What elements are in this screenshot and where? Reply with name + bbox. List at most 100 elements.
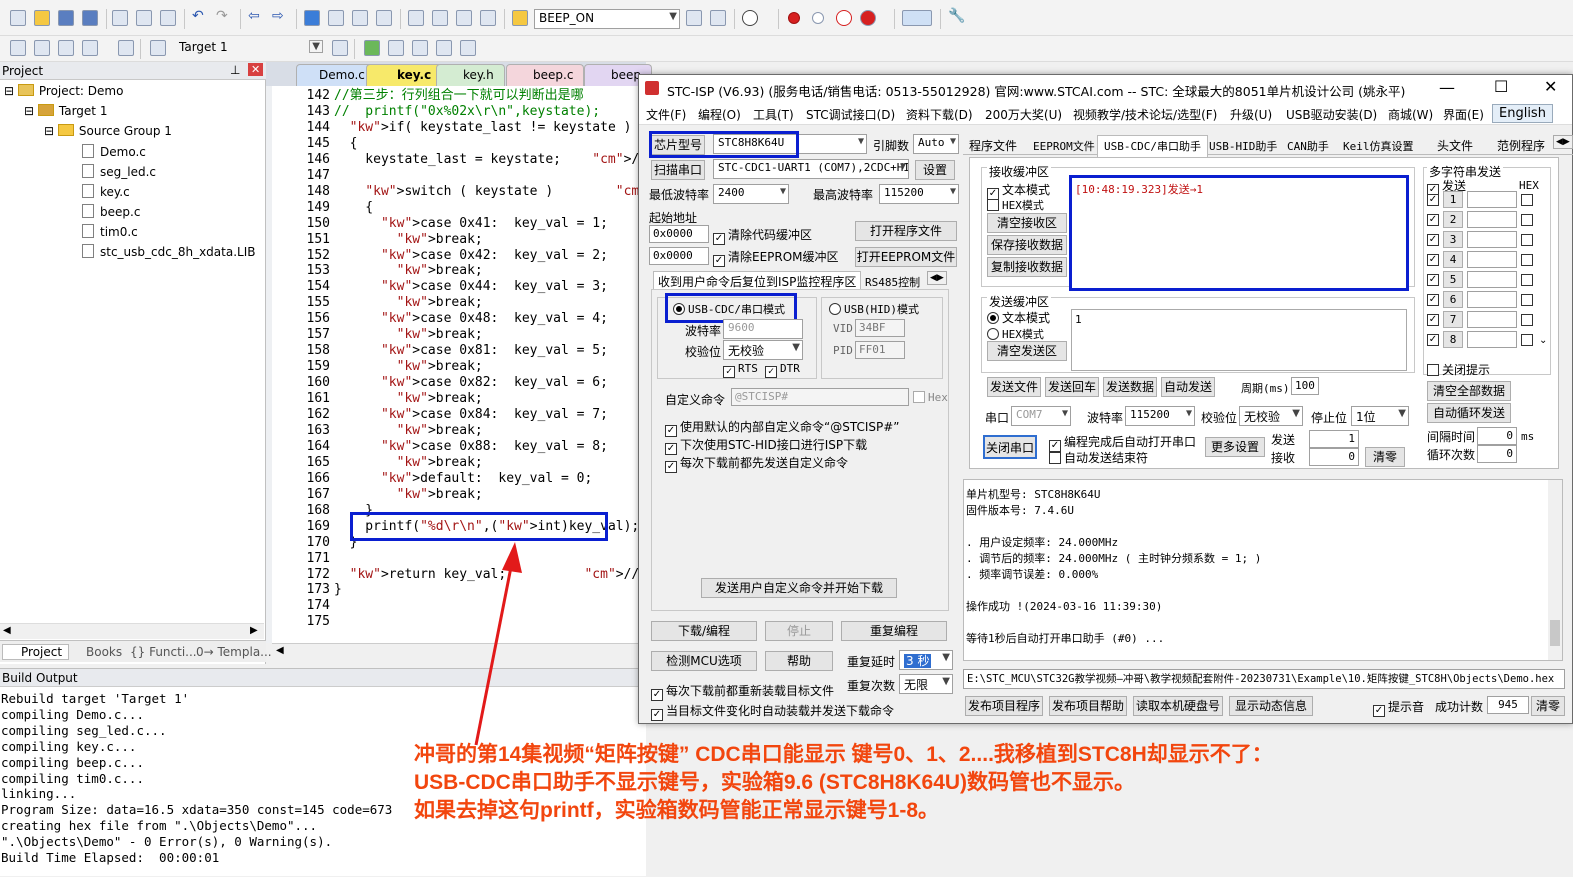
build-icon[interactable]: [34, 40, 50, 56]
menu-tools[interactable]: 工具(T): [753, 106, 794, 123]
tree-target[interactable]: ⊟ Target 1: [24, 104, 107, 118]
open-folder-icon[interactable]: [34, 10, 50, 26]
tab-eeprom-file[interactable]: EEPROM文件: [1033, 138, 1095, 154]
pins-select[interactable]: Auto ▼: [913, 134, 959, 154]
pack-installer-icon[interactable]: [412, 40, 428, 56]
period-input[interactable]: 100: [1291, 377, 1319, 395]
min-baud-select[interactable]: 2400 ▼: [713, 184, 789, 204]
breakpoint-icon[interactable]: [788, 12, 800, 24]
hex-check-icon[interactable]: [1521, 234, 1533, 246]
publish-program-button[interactable]: 发布项目程序: [965, 696, 1043, 716]
check-icon[interactable]: ✓: [1427, 314, 1439, 326]
target-select[interactable]: Target 1 ▼: [175, 39, 325, 59]
new-file-icon[interactable]: [10, 10, 26, 26]
hex-check-icon[interactable]: [1521, 314, 1533, 326]
parity-select-right[interactable]: 无校验 ▼: [1239, 406, 1303, 426]
eeprom-address-input[interactable]: 0x0000: [649, 247, 709, 265]
indent-icon[interactable]: [408, 10, 424, 26]
close-port-button[interactable]: 关闭串口: [983, 435, 1037, 459]
multi-send-button[interactable]: 4: [1443, 251, 1463, 268]
multi-send-button[interactable]: 6: [1443, 291, 1463, 308]
publish-help-button[interactable]: 发布项目帮助: [1049, 696, 1127, 716]
clear-all-button[interactable]: 清空全部数据: [1427, 381, 1511, 401]
download-icon[interactable]: [150, 40, 166, 56]
tree-file-seg-led[interactable]: seg_led.c: [82, 164, 156, 179]
scroll-right-icon[interactable]: ▶: [250, 625, 258, 636]
recv-hex-mode-radio[interactable]: HEX模式: [987, 197, 1044, 213]
show-dynamic-button[interactable]: 显示动态信息: [1229, 696, 1313, 716]
paste-icon[interactable]: [160, 10, 176, 26]
clear-count-button[interactable]: 清零: [1365, 447, 1405, 467]
stop-bits-select[interactable]: 1位 ▼: [1351, 406, 1409, 426]
menu-usb-driver[interactable]: USB驱动安装(D): [1286, 106, 1377, 123]
send-enter-button[interactable]: 发送回车: [1045, 377, 1099, 397]
bookmark-next-icon[interactable]: [352, 10, 368, 26]
more-settings-button[interactable]: 更多设置: [1205, 437, 1265, 457]
multi-send-button[interactable]: 3: [1443, 231, 1463, 248]
cut-icon[interactable]: [112, 10, 128, 26]
bookmark-icon[interactable]: [304, 10, 320, 26]
bookmark-prev-icon[interactable]: [328, 10, 344, 26]
hex-check-icon[interactable]: [1521, 214, 1533, 226]
close-icon[interactable]: ✕: [248, 63, 264, 76]
tree-file-lib[interactable]: stc_usb_cdc_8h_xdata.LIB: [82, 244, 255, 259]
horizontal-scrollbar[interactable]: ◀ ▶: [0, 623, 264, 639]
multi-string-input[interactable]: [1467, 231, 1517, 248]
send-data-button[interactable]: 发送数据: [1103, 377, 1157, 397]
reload-checkbox[interactable]: ✓ 每次下载前都重新装载目标文件: [651, 682, 834, 701]
breakpoint-kill-icon[interactable]: [860, 10, 876, 26]
menu-video[interactable]: 视频教学/技术论坛/选型(F): [1073, 106, 1217, 123]
tab-beep-c[interactable]: beep.c: [506, 64, 585, 86]
tree-source-group[interactable]: ⊟ Source Group 1: [44, 124, 172, 138]
log-scrollbar[interactable]: [1548, 480, 1562, 660]
maximize-button[interactable]: ☐: [1494, 77, 1508, 96]
tab-books[interactable]: Books: [70, 645, 122, 659]
autoload-checkbox[interactable]: ✓ 当目标文件变化时自动装载并发送下载命令: [651, 702, 894, 721]
clear-eeprom-checkbox[interactable]: ✓ 清除EEPROM缓冲区: [713, 248, 839, 267]
find-in-files-icon[interactable]: [512, 10, 528, 26]
tab-templates[interactable]: 0→ Templa...: [196, 645, 272, 659]
copy-icon[interactable]: [136, 10, 152, 26]
stop-button[interactable]: 停止: [765, 621, 833, 641]
menu-file[interactable]: 文件(F): [646, 106, 686, 123]
menu-debug-interface[interactable]: STC调试接口(D): [806, 106, 895, 123]
debug-start-icon[interactable]: [742, 10, 758, 26]
auto-loop-button[interactable]: 自动循环发送: [1427, 403, 1511, 423]
configure-icon[interactable]: 🔧: [948, 8, 965, 24]
send-text-mode-radio[interactable]: 文本模式: [987, 309, 1050, 326]
interval-input[interactable]: 0: [1477, 427, 1517, 445]
hex-check-icon[interactable]: [1521, 334, 1533, 346]
settings-button[interactable]: 设置: [915, 160, 955, 180]
port-select-right[interactable]: COM7 ▼: [1011, 406, 1071, 426]
send-file-button[interactable]: 发送文件: [987, 377, 1041, 397]
custom-cmd-input[interactable]: @STCISP#: [731, 388, 909, 406]
pid-input[interactable]: FF01: [855, 341, 905, 359]
detect-mcu-button[interactable]: 检测MCU选项: [651, 651, 757, 671]
tab-demo-c[interactable]: Demo.c: [296, 64, 376, 86]
dtr-checkbox[interactable]: ✓ DTR: [765, 362, 800, 378]
menu-program[interactable]: 编程(O): [698, 106, 741, 123]
scan-port-button[interactable]: 扫描串口: [651, 160, 705, 180]
usb-hid-radio[interactable]: USB(HID)模式: [829, 301, 919, 317]
nav-forward-icon[interactable]: ⇨: [272, 8, 288, 24]
save-recv-button[interactable]: 保存接收数据: [987, 235, 1067, 255]
tab-key-c[interactable]: key.c: [366, 64, 443, 86]
save-all-icon[interactable]: [82, 10, 98, 26]
menu-interface[interactable]: 界面(E): [1443, 106, 1484, 123]
multi-send-button[interactable]: 8: [1443, 331, 1463, 348]
hex-checkbox[interactable]: Hex: [913, 391, 948, 404]
tab-header-file[interactable]: 头文件: [1437, 137, 1473, 154]
check-icon[interactable]: ✓: [1427, 274, 1439, 286]
menu-english[interactable]: English: [1492, 104, 1553, 123]
redo-icon[interactable]: ↷: [216, 8, 232, 24]
send-text-area[interactable]: 1: [1071, 309, 1407, 371]
auto-end-checkbox[interactable]: 自动发送结束符: [1049, 449, 1148, 466]
save-icon[interactable]: [58, 10, 74, 26]
vid-input[interactable]: 34BF: [855, 319, 905, 337]
tab-program-file[interactable]: 程序文件: [969, 137, 1017, 154]
port-select[interactable]: STC-CDC1-UART1 (COM7),2CDC+HI ▼: [713, 159, 909, 179]
check-icon[interactable]: ✓: [1427, 254, 1439, 266]
hex-check-icon[interactable]: [1521, 194, 1533, 206]
tab-usb-cdc-assistant[interactable]: USB-CDC/串口助手: [1097, 135, 1208, 158]
menu-upgrade[interactable]: 升级(U): [1230, 106, 1272, 123]
